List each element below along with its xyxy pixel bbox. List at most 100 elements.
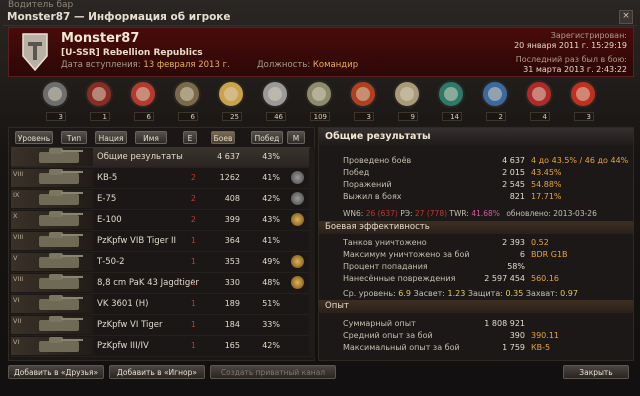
medal[interactable]: 4 [522, 78, 556, 122]
stat-row: Суммарный опыт 1 808 921 [319, 318, 633, 329]
vehicle-winrate: 48% [262, 278, 280, 287]
medal-icon [525, 80, 553, 108]
filter-button[interactable]: Е [183, 131, 197, 144]
vehicle-row[interactable]: V Т-50-2 1 353 49% [11, 252, 311, 273]
vehicle-winrate: 42% [262, 194, 280, 203]
efficiency-header: Боевая эффективность [319, 221, 633, 234]
stat-label: Проведено боёв [343, 156, 412, 165]
vehicle-mastery: 1 [190, 299, 196, 308]
vehicle-battles: 4 637 [217, 152, 240, 161]
vehicle-name: Т-50-2 [97, 257, 125, 267]
vehicle-row[interactable]: VIII КВ-5 2 1262 41% [11, 168, 311, 189]
tank-icon [39, 295, 83, 310]
stat-value: 2 393 [502, 238, 525, 247]
filter-button[interactable]: Нация [95, 131, 127, 144]
player-clan[interactable]: [U-SSR] Rebellion Republics [61, 48, 203, 58]
add-friend-button[interactable]: Добавить в «Друзья» [8, 365, 104, 379]
medal[interactable]: 25 [214, 78, 248, 122]
tank-icon [39, 337, 83, 352]
vehicle-image: VI [11, 337, 93, 355]
close-button[interactable]: Закрыть [563, 365, 629, 379]
filter-button[interactable]: Имя [135, 131, 167, 144]
medal[interactable]: 3 [566, 78, 600, 122]
medal[interactable]: 46 [258, 78, 292, 122]
vehicle-battles: 1262 [219, 173, 240, 182]
vehicle-mastery: 1 [190, 341, 196, 350]
vehicle-row[interactable]: Общие результаты 4 637 43% [11, 147, 311, 168]
medal[interactable]: 14 [434, 78, 468, 122]
stat-row: Максимум уничтожено за бой 6 BDR G1B [319, 249, 633, 260]
medal-icon [305, 80, 333, 108]
medal-icon [129, 80, 157, 108]
vehicle-tier: VIII [13, 275, 24, 283]
medal-count: 4 [530, 112, 550, 121]
stat-row: Процент попадания 58% [319, 261, 633, 272]
vehicle-winrate: 51% [262, 299, 280, 308]
vehicle-tier: VIII [13, 233, 24, 241]
vehicle-image: VIII [11, 169, 93, 187]
title-bar: Monster87 — Информация об игроке × [3, 9, 637, 26]
vehicle-tier: X [13, 212, 18, 220]
vehicle-mastery: 1 [190, 257, 196, 266]
medal[interactable]: 3 [346, 78, 380, 122]
filter-button[interactable]: Боев [211, 131, 235, 144]
vehicle-winrate: 33% [262, 320, 280, 329]
stat-extra: 54.88% [531, 180, 562, 189]
medal[interactable]: 2 [478, 78, 512, 122]
medal-count: 46 [266, 112, 286, 121]
vehicle-row[interactable]: X E-100 2 399 43% [11, 210, 311, 231]
vehicle-row[interactable]: VIII 8,8 cm PaK 43 Jagdtiger 1 330 48% [11, 273, 311, 294]
vehicle-winrate: 43% [262, 215, 280, 224]
rating-line: WN6: 26 (637) РЭ: 27 (778) TWR: 41.68% о… [343, 209, 597, 218]
medal-count: 1 [90, 112, 110, 121]
medal[interactable]: 3 [38, 78, 72, 122]
tank-icon [39, 253, 83, 268]
vehicle-tier: VIII [13, 170, 24, 178]
vehicle-row[interactable]: IX E-75 2 408 42% [11, 189, 311, 210]
medal-count: 2 [486, 112, 506, 121]
filter-button[interactable]: М [287, 131, 305, 144]
stat-label: Поражений [343, 180, 392, 189]
clan-emblem-icon [22, 33, 48, 72]
private-channel-button[interactable]: Создать приватный канал [210, 365, 336, 379]
vehicle-mastery: 2 [190, 173, 196, 182]
medal[interactable]: 9 [390, 78, 424, 122]
medal-icon [217, 80, 245, 108]
vehicle-list-scrollbar[interactable] [309, 148, 315, 358]
stat-extra: 560.16 [531, 274, 559, 283]
filter-button[interactable]: Уровень [15, 131, 53, 144]
filter-button[interactable]: Тип [61, 131, 87, 144]
add-ignore-button[interactable]: Добавить в «Игнор» [109, 365, 205, 379]
medal[interactable]: 109 [302, 78, 336, 122]
vehicle-row[interactable]: VII PzKpfw VI Tiger 1 184 33% [11, 315, 311, 336]
player-header: Monster87 [U-SSR] Rebellion Republics Да… [8, 27, 634, 77]
medal[interactable]: 1 [82, 78, 116, 122]
vehicle-tier: VI [13, 338, 20, 346]
vehicle-image: VIII [11, 232, 93, 250]
join-date: Дата вступления: 13 февраля 2013 г. [61, 60, 230, 70]
medals-strip: 3 1 6 6 25 46 109 3 9 14 2 4 3 [8, 76, 632, 124]
medal-icon [173, 80, 201, 108]
vehicle-name: КВ-5 [97, 173, 118, 183]
window-title: Monster87 — Информация об игроке [7, 11, 231, 23]
medal[interactable]: 6 [170, 78, 204, 122]
close-icon[interactable]: × [619, 10, 633, 24]
stats-title: Общие результаты [319, 128, 633, 145]
medal-icon [261, 80, 289, 108]
tank-icon [39, 148, 83, 163]
stat-label: Процент попадания [343, 262, 428, 271]
class-badge-icon [291, 192, 304, 205]
stat-extra: 0.52 [531, 238, 549, 247]
medal[interactable]: 6 [126, 78, 160, 122]
vehicle-name: PzKpfw VI Tiger [97, 320, 163, 330]
vehicle-winrate: 49% [262, 257, 280, 266]
vehicle-name: E-75 [97, 194, 117, 204]
medal-icon [481, 80, 509, 108]
filter-button[interactable]: Побед [251, 131, 283, 144]
vehicle-image: VIII [11, 274, 93, 292]
vehicle-row[interactable]: VIII PzKpfw VIB Tiger II 1 364 41% [11, 231, 311, 252]
vehicle-row[interactable]: VI VK 3601 (H) 1 189 51% [11, 294, 311, 315]
stat-extra: 17.71% [531, 192, 562, 201]
vehicle-row[interactable]: VI PzKpfw III/IV 1 165 42% [11, 336, 311, 357]
stat-value: 58% [507, 262, 525, 271]
